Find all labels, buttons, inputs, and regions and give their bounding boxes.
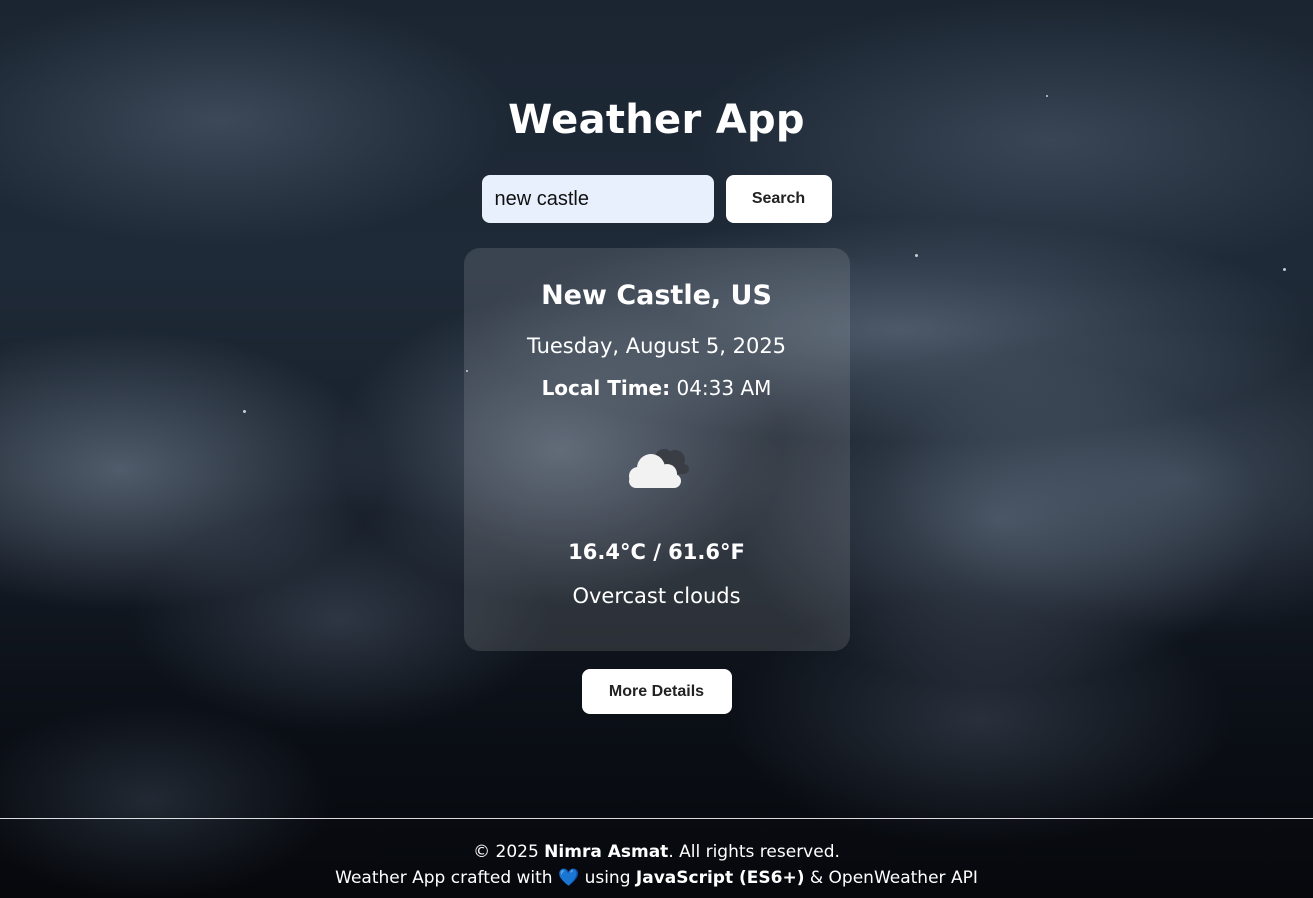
- copyright-prefix: © 2025: [473, 842, 539, 862]
- search-button[interactable]: Search: [725, 175, 832, 223]
- weather-description: Overcast clouds: [572, 584, 741, 608]
- heart-icon: 💙: [558, 868, 580, 888]
- search-input[interactable]: [481, 175, 714, 223]
- copyright-suffix: . All rights reserved.: [668, 842, 840, 862]
- night-cloudy-icon: [628, 449, 689, 488]
- date-text: Tuesday, August 5, 2025: [526, 334, 787, 358]
- credit-using: using: [584, 868, 631, 888]
- local-time-label: Local Time:: [541, 376, 671, 400]
- temperature: 16.4°C / 61.6°F: [568, 540, 745, 564]
- more-details-button[interactable]: More Details: [581, 669, 732, 714]
- search-bar: Search: [481, 175, 832, 223]
- author-name: Nimra Asmat: [544, 842, 669, 862]
- footer: © 2025 Nimra Asmat. All rights reserved.…: [0, 818, 1313, 898]
- local-time: Local Time: 04:33 AM: [542, 374, 772, 402]
- city-name: New Castle, US: [541, 280, 772, 311]
- credit-line: Weather App crafted with 💙 using JavaScr…: [0, 865, 1313, 891]
- main-container: Weather App Search New Castle, US Tuesda…: [0, 0, 1313, 714]
- credit-prefix: Weather App crafted with: [335, 868, 553, 888]
- tech-stack: JavaScript (ES6+): [635, 868, 805, 888]
- weather-card: New Castle, US Tuesday, August 5, 2025 L…: [463, 248, 850, 651]
- credit-suffix: & OpenWeather API: [809, 868, 978, 888]
- copyright-line: © 2025 Nimra Asmat. All rights reserved.: [0, 839, 1313, 865]
- app-title: Weather App: [508, 97, 805, 143]
- local-time-value: 04:33 AM: [676, 376, 772, 400]
